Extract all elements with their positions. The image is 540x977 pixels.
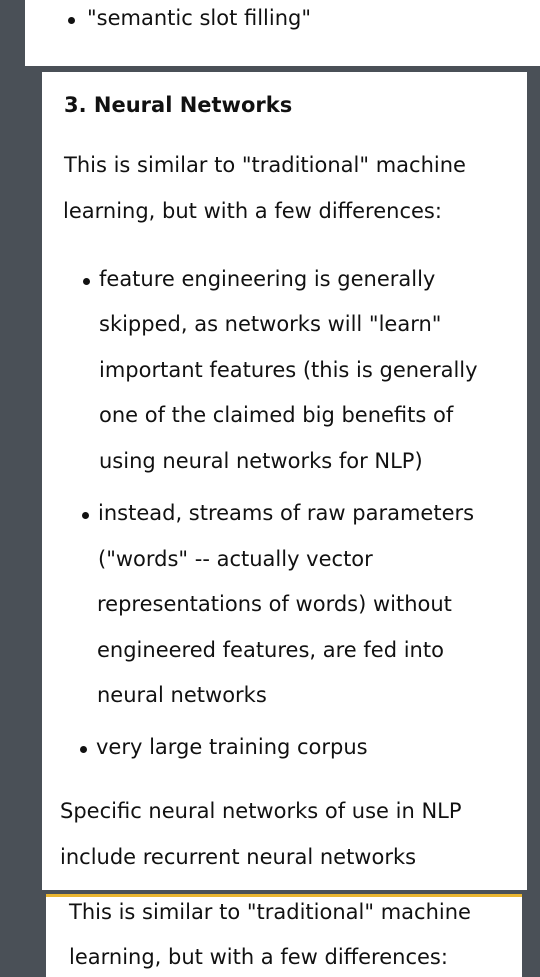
section-heading: 3. Neural Networks [64,93,293,117]
intro-line: learning, but with a few differences: [63,199,442,223]
list-item-line: neural networks [97,683,267,707]
list-item-line: one of the claimed big benefits of [99,403,454,427]
bullet-icon [83,278,90,285]
list-item-line: ("words" -- actually vector [98,547,373,571]
bullet-icon [80,746,87,753]
bullet-icon [82,512,89,519]
previous-card: "semantic slot filling" [25,0,540,66]
list-item-line: skipped, as networks will "learn" [99,312,442,336]
list-item-line: very large training corpus [96,735,368,759]
intro-line: This is similar to "traditional" machine [64,153,466,177]
list-item-line: representations of words) without [97,592,452,616]
intro-line: This is similar to "traditional" machine [69,900,471,924]
list-item-line: instead, streams of raw parameters [98,501,475,525]
neural-networks-card: 3. Neural Networks This is similar to "t… [42,72,527,890]
next-card: This is similar to "traditional" machine… [46,894,522,977]
intro-line: learning, but with a few differences: [69,945,448,969]
bullet-icon [68,17,75,24]
list-item-line: important features (this is generally [99,358,478,382]
list-item-line: feature engineering is generally [99,267,436,291]
outro-line: Specific neural networks of use in NLP [60,799,462,823]
list-item-line: using neural networks for NLP) [99,449,423,473]
list-item: "semantic slot filling" [87,6,312,30]
outro-line: include recurrent neural networks [60,845,417,869]
list-item-line: engineered features, are fed into [97,638,444,662]
